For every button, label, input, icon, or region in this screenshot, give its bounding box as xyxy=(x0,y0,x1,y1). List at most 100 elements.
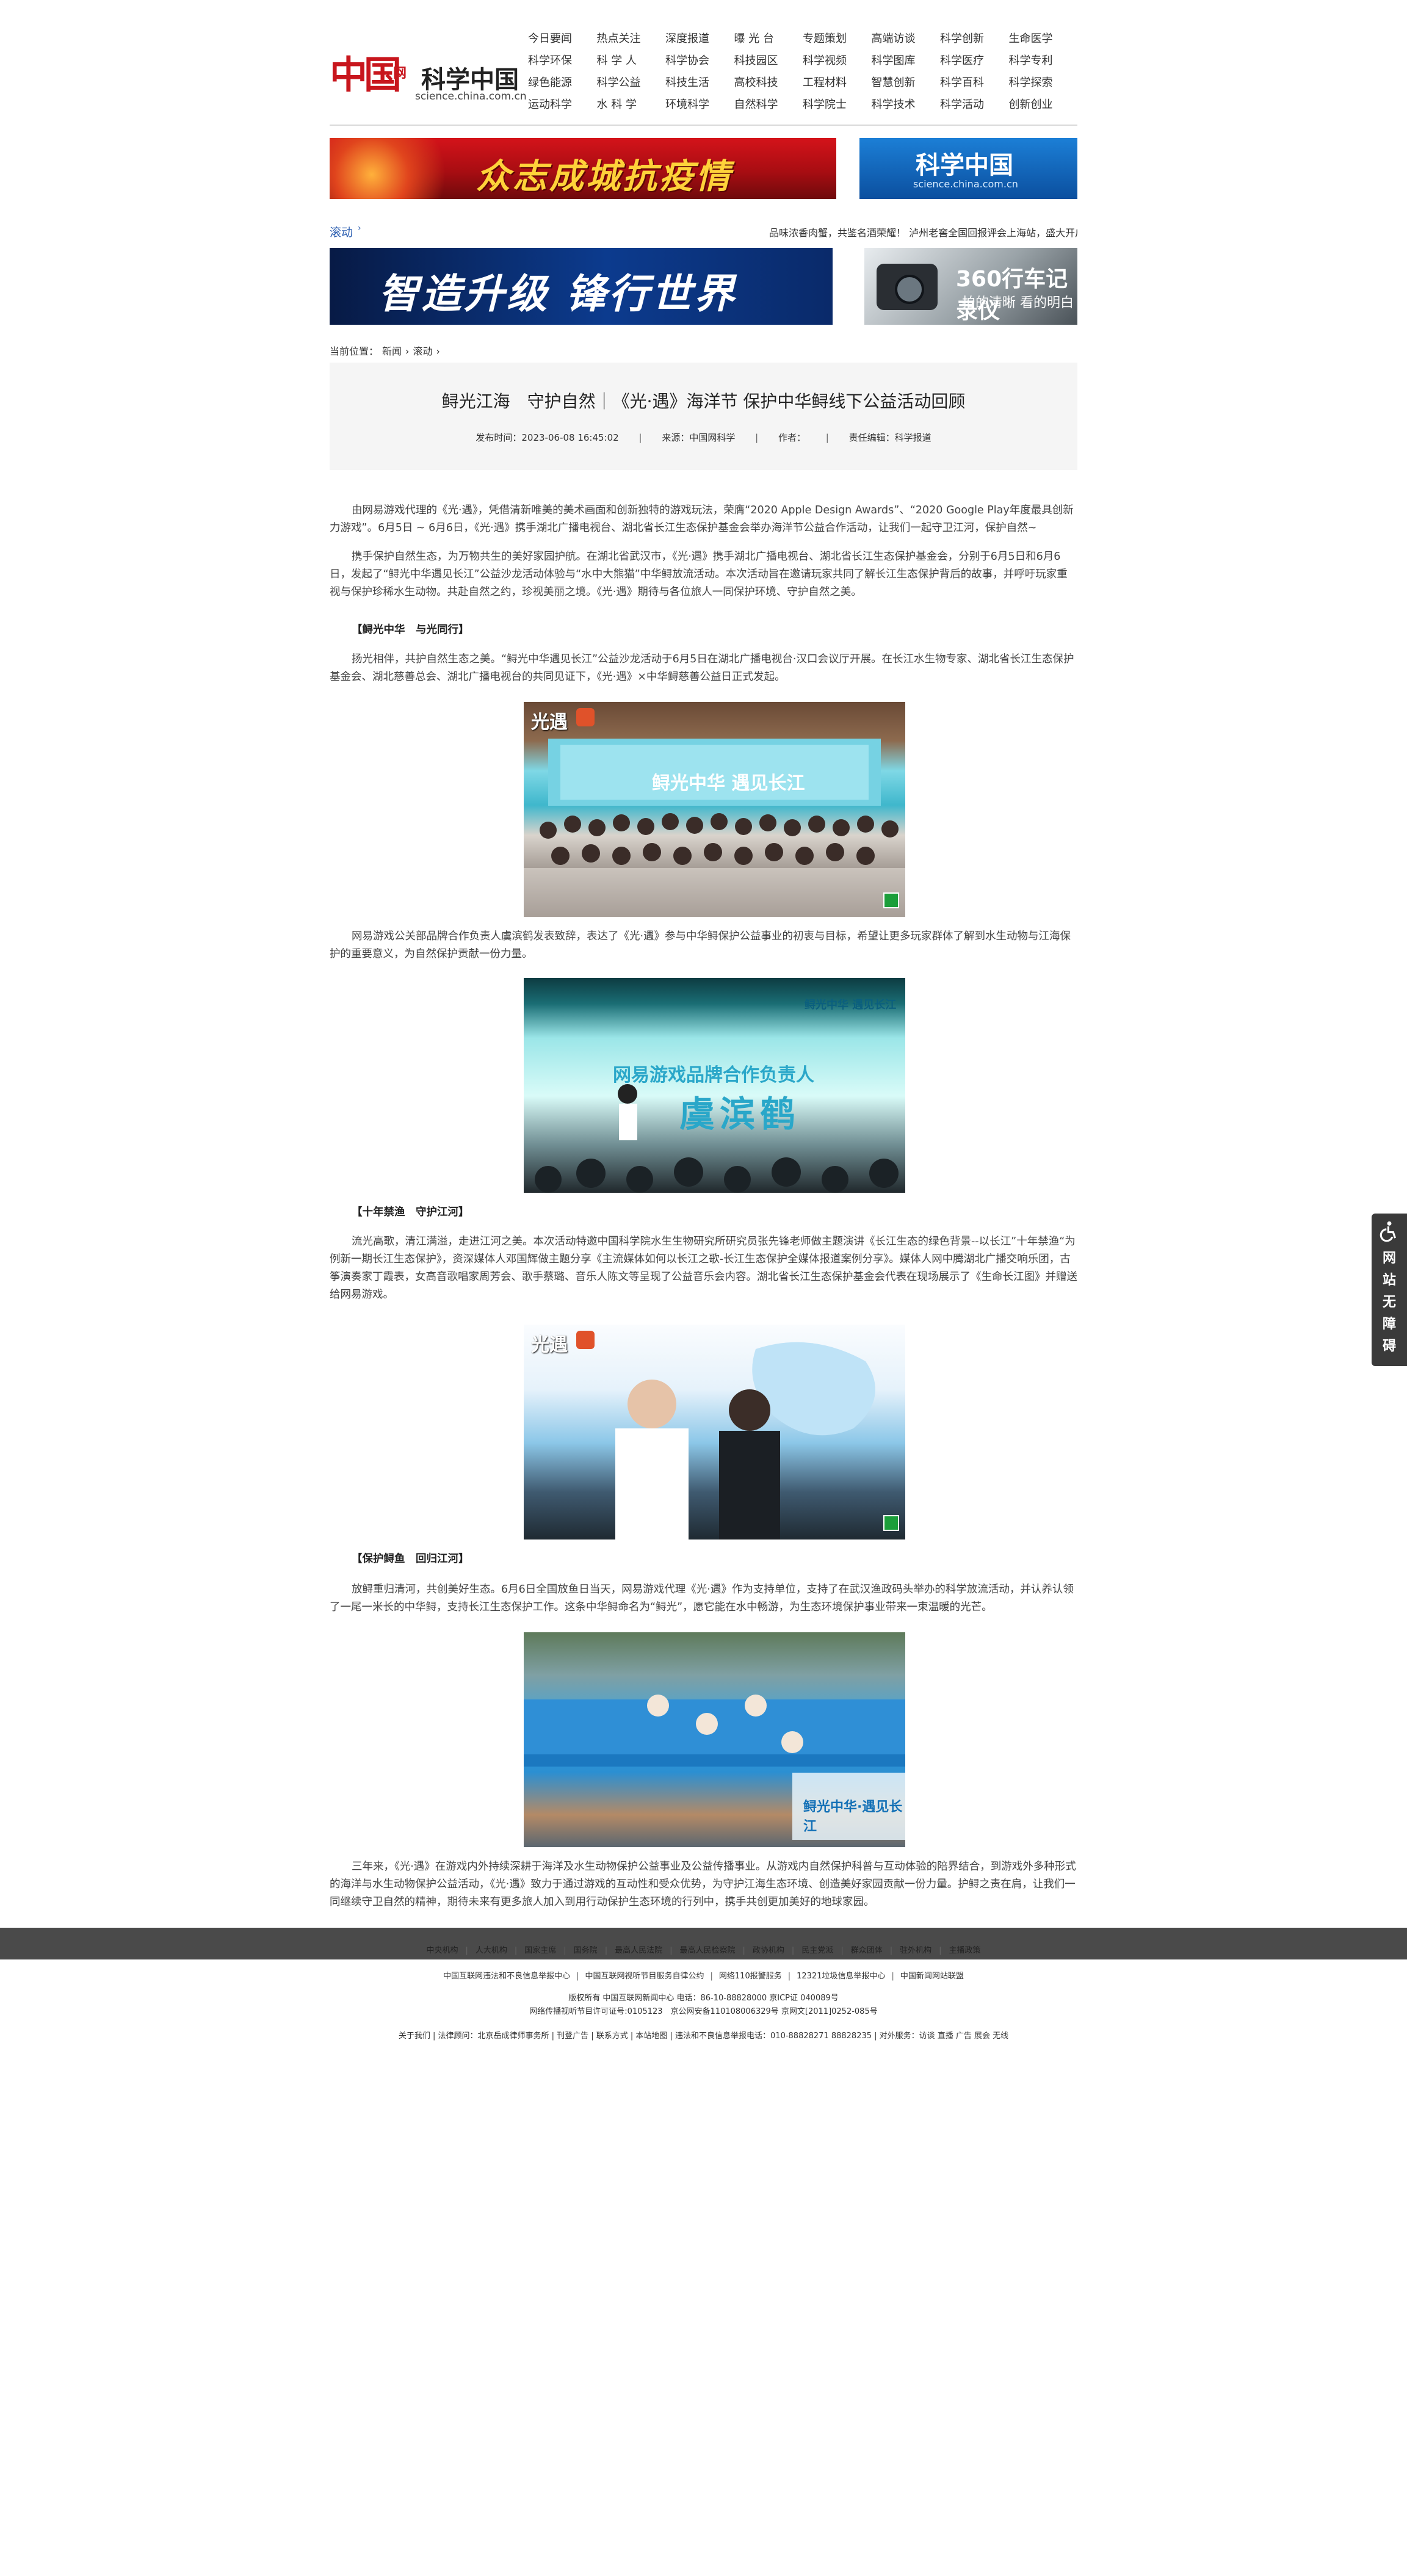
footer-separator: | xyxy=(889,1946,893,1955)
banner-promo-side[interactable]: 360行车记录仪 拍的清晰 看的明白 xyxy=(864,248,1077,325)
accessibility-button[interactable]: 网站无障碍 xyxy=(1372,1214,1407,1366)
top-nav-item[interactable]: 科学图库 xyxy=(872,54,941,68)
top-nav-item[interactable]: 今日要闻 xyxy=(528,32,597,46)
top-nav-item[interactable]: 生命医学 xyxy=(1009,32,1078,46)
top-nav-item[interactable]: 科学活动 xyxy=(940,98,1009,112)
top-nav-item[interactable]: 科学公益 xyxy=(597,76,666,90)
accessibility-label-char: 障 xyxy=(1382,1317,1396,1332)
footer-report-link[interactable]: 12321垃圾信息举报中心 xyxy=(797,1972,885,1981)
top-nav-item[interactable]: 曝 光 台 xyxy=(734,32,803,46)
article-paragraph: 网易游戏公关部品牌合作负责人虞滨鹤发表致辞，表达了《光·遇》参与中华鲟保护公益事… xyxy=(330,930,1071,960)
meta-separator: | xyxy=(638,432,642,443)
banner-side-title: 科学中国 xyxy=(916,151,1013,179)
top-nav-item[interactable]: 热点关注 xyxy=(597,32,666,46)
footer-separator: | xyxy=(841,1946,844,1955)
footer-report-link[interactable]: 网络110报警服务 xyxy=(719,1972,782,1981)
section-heading: 【十年禁渔 守护江河】 xyxy=(352,1206,469,1218)
footer-link[interactable]: 民主党派 xyxy=(801,1946,833,1955)
accessibility-label-char: 无 xyxy=(1382,1295,1396,1310)
footer-link[interactable]: 主播政策 xyxy=(949,1946,981,1955)
top-nav-item[interactable]: 水 科 学 xyxy=(597,98,666,112)
banner-flame-graphic xyxy=(330,138,470,199)
banner-promo-text: 智造升级 锋行世界 xyxy=(378,270,737,317)
top-nav-item[interactable]: 科学创新 xyxy=(940,32,1009,46)
footer-link[interactable]: 国务院 xyxy=(574,1946,598,1955)
top-nav-item[interactable]: 高校科技 xyxy=(734,76,803,90)
scroll-ticker[interactable]: 品味浓香肉蟹，共鉴名酒荣耀！ 泸州老窖全国回报评会上海站，盛大开启 xyxy=(769,225,1077,239)
top-nav-item[interactable]: 科学百科 xyxy=(940,76,1009,90)
photo-banner-text: 鲟光中华 遇见长江 xyxy=(652,773,805,794)
article-paragraph: 放鲟重归清河，共创美好生态。6月6日全国放鱼日当天，网易游戏代理《光·遇》作为支… xyxy=(330,1583,1074,1613)
top-nav-item[interactable]: 科技生活 xyxy=(665,76,734,90)
breadcrumb-separator: › xyxy=(405,346,410,357)
top-nav-item[interactable]: 科 学 人 xyxy=(597,54,666,68)
top-nav-item[interactable]: 科技园区 xyxy=(734,54,803,68)
banner-promo-side-sub: 拍的清晰 看的明白 xyxy=(962,295,1074,311)
footer-report-link[interactable]: 中国新闻网站联盟 xyxy=(900,1972,964,1981)
top-nav-item[interactable]: 高端访谈 xyxy=(872,32,941,46)
banner-promo[interactable]: 智造升级 锋行世界 xyxy=(330,248,833,325)
top-nav-item[interactable]: 科学医疗 xyxy=(940,54,1009,68)
article-photo-release: 鲟光中华·遇见长江 xyxy=(524,1632,905,1847)
article-paragraph: 扬光相伴，共护自然生态之美。“鲟光中华遇见长江”公益沙龙活动于6月5日在湖北广播… xyxy=(330,653,1074,683)
talk-photo-graphic xyxy=(615,1342,875,1539)
group-photo-graphic xyxy=(524,739,905,917)
banner-main[interactable]: 众志成城抗疫情 xyxy=(330,138,836,199)
photo-banner-text: 鲟光中华·遇见长江 xyxy=(803,1800,903,1834)
article-paragraph: 由网易游戏代理的《光·遇》，凭借清新唯美的美术画面和创新独特的游戏玩法，荣膺“2… xyxy=(330,504,1074,534)
footer-link[interactable]: 中央机构 xyxy=(426,1946,458,1955)
top-nav-item[interactable]: 专题策划 xyxy=(803,32,872,46)
top-nav-item[interactable]: 科学院士 xyxy=(803,98,872,112)
footer-link[interactable]: 国家主席 xyxy=(524,1946,556,1955)
section-heading: 【保护鲟鱼 回归江河】 xyxy=(352,1553,469,1565)
footer-report-link[interactable]: 中国互联网视听节目服务自律公约 xyxy=(585,1972,704,1981)
top-nav-item[interactable]: 科学环保 xyxy=(528,54,597,68)
breadcrumb-link-news[interactable]: 新闻 xyxy=(382,346,402,357)
badge-icon xyxy=(883,892,899,908)
top-nav-item[interactable]: 深度报道 xyxy=(665,32,734,46)
footer-link[interactable]: 人大机构 xyxy=(476,1946,507,1955)
footer-link[interactable]: 群众团体 xyxy=(851,1946,883,1955)
breadcrumb-link-scroll[interactable]: 滚动 xyxy=(413,346,432,357)
top-nav-item[interactable]: 自然科学 xyxy=(734,98,803,112)
game-logo: 光遇 xyxy=(531,1334,568,1356)
accessibility-label: 网站无障碍 xyxy=(1372,1248,1407,1358)
top-nav-item[interactable]: 智慧创新 xyxy=(872,76,941,90)
footer-separator: | xyxy=(514,1946,518,1955)
top-nav-item[interactable]: 科学专利 xyxy=(1009,54,1078,68)
footer-link[interactable]: 最高人民法院 xyxy=(615,1946,662,1955)
top-nav-item[interactable]: 科学视频 xyxy=(803,54,872,68)
accessibility-label-char: 碍 xyxy=(1382,1339,1396,1354)
top-nav-item[interactable]: 绿色能源 xyxy=(528,76,597,90)
footer-link[interactable]: 驻外机构 xyxy=(900,1946,931,1955)
article-title: 鲟光江海 守护自然｜《光·遇》海洋节 保护中华鲟线下公益活动回顾 xyxy=(441,391,966,411)
footer-link[interactable]: 政协机构 xyxy=(753,1946,784,1955)
dashcam-icon xyxy=(877,264,938,310)
footer-separator: | xyxy=(604,1946,608,1955)
breadcrumb-prefix: 当前位置： xyxy=(330,346,379,357)
top-nav-item[interactable]: 创新创业 xyxy=(1009,98,1078,112)
badge-icon xyxy=(883,1515,899,1531)
footer-separator: | xyxy=(939,1946,942,1955)
top-nav-item[interactable]: 科学探索 xyxy=(1009,76,1078,90)
top-nav-item[interactable]: 环境科学 xyxy=(665,98,734,112)
logo-domain: science.china.com.cn xyxy=(415,90,527,103)
scroll-label[interactable]: 滚动 xyxy=(330,223,353,240)
top-nav-item[interactable]: 工程材料 xyxy=(803,76,872,90)
top-nav-item[interactable]: 科学协会 xyxy=(665,54,734,68)
brand-mark-icon xyxy=(576,1331,595,1349)
footer-copyright: 版权所有 中国互联网新闻中心 电话：86-10-88828000 京ICP证 0… xyxy=(568,1994,839,2003)
logo-net: 网 xyxy=(393,66,407,81)
scroll-news: 滚动 › 品味浓香肉蟹，共鉴名酒荣耀！ 泸州老窖全国回报评会上海站，盛大开启 xyxy=(330,220,1077,242)
footer-link[interactable]: 最高人民检察院 xyxy=(679,1946,735,1955)
site-logo[interactable]: 中国 网 科学中国 science.china.com.cn xyxy=(330,44,527,105)
logo-mark: 中国 xyxy=(330,52,402,97)
top-nav-item[interactable]: 科学技术 xyxy=(872,98,941,112)
breadcrumb-separator: › xyxy=(436,346,440,357)
footer-report-link[interactable]: 中国互联网违法和不良信息举报中心 xyxy=(443,1972,570,1981)
banner-side[interactable]: 科学中国 science.china.com.cn xyxy=(859,138,1077,199)
top-nav-item[interactable]: 运动科学 xyxy=(528,98,597,112)
footer-service-links[interactable]: 关于我们 | 法律顾问：北京岳成律师事务所 | 刊登广告 | 联系方式 | 本站… xyxy=(330,2029,1077,2041)
footer-row-reporting: 中国互联网违法和不良信息举报中心 | 中国互联网视听节目服务自律公约 | 网络110报警… xyxy=(0,1969,1407,1981)
article-paragraph: 三年来，《光·遇》在游戏内外持续深耕于海洋及水生动物保护公益事业及公益传播事业。… xyxy=(330,1861,1076,1908)
